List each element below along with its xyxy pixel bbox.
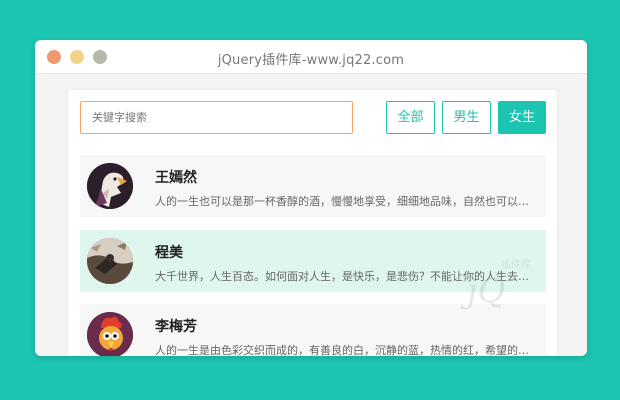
filter-female-button[interactable]: 女生 — [498, 101, 546, 134]
contact-description: 人的一生是由色彩交织而成的，有善良的白，沉静的蓝，热情的红，希望的绿，纯洁的紫 — [155, 344, 535, 356]
contact-description: 人的一生也可以是那一杯香醇的酒，慢慢地享受，细细地品味，自然也可以韵味无穷 — [155, 195, 535, 208]
eagle-avatar-icon — [87, 163, 133, 209]
filter-all-button[interactable]: 全部 — [386, 101, 435, 134]
avatar — [87, 163, 133, 209]
rooster-avatar-icon — [87, 312, 133, 356]
page-content: 全部 男生 女生 王嫣然 人的一生也可以是那一杯香醇的酒，慢慢地享受，细细地品 — [35, 74, 587, 356]
list-item[interactable]: 王嫣然 人的一生也可以是那一杯香醇的酒，慢慢地享受，细细地品味，自然也可以韵味无… — [80, 155, 546, 217]
search-input[interactable] — [80, 101, 353, 134]
svg-text:插件库: 插件库 — [501, 258, 531, 271]
contact-name: 王嫣然 — [155, 170, 197, 186]
avatar — [87, 312, 133, 356]
filter-male-button[interactable]: 男生 — [442, 101, 491, 134]
avatar — [87, 238, 133, 284]
svg-text:jQ: jQ — [460, 271, 505, 311]
contact-panel: 全部 男生 女生 王嫣然 人的一生也可以是那一杯香醇的酒，慢慢地享受，细细地品 — [68, 90, 557, 356]
contact-name: 李梅芳 — [155, 319, 197, 335]
jquery-watermark-logo: jQ 插件库 — [460, 258, 531, 311]
browser-window: jQuery插件库-www.jq22.com 全部 男生 女生 — [35, 40, 587, 356]
contact-name: 程美 — [155, 245, 183, 261]
title-bar: jQuery插件库-www.jq22.com — [35, 40, 587, 74]
window-title: jQuery插件库-www.jq22.com — [217, 53, 405, 68]
figure-avatar-icon — [87, 238, 133, 284]
